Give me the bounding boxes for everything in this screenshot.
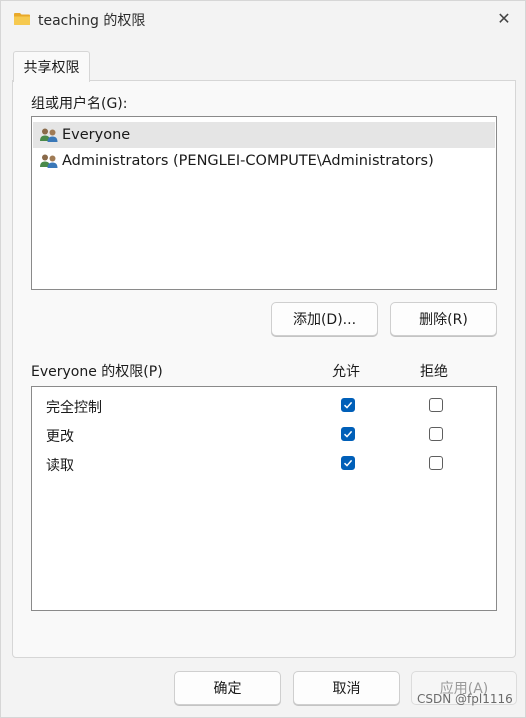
list-item[interactable]: Everyone: [33, 122, 495, 148]
permissions-label: Everyone 的权限(P): [31, 364, 163, 380]
deny-full-control-checkbox[interactable]: [429, 398, 443, 412]
close-icon[interactable]: ✕: [494, 8, 514, 28]
deny-read-checkbox[interactable]: [429, 456, 443, 470]
add-button[interactable]: 添加(D)...: [271, 302, 378, 336]
groups-label: 组或用户名(G):: [31, 96, 128, 112]
permission-name-change: 更改: [46, 429, 74, 445]
list-item-label: Everyone: [62, 127, 131, 143]
users-group-icon: [39, 153, 59, 169]
watermark: CSDN @fpl1116: [417, 692, 513, 706]
allow-column-header: 允许: [332, 364, 360, 380]
allow-change-checkbox[interactable]: [341, 427, 355, 441]
permission-name-read: 读取: [46, 458, 74, 474]
permission-name-full-control: 完全控制: [46, 400, 102, 416]
permissions-list: 完全控制 更改 读取: [31, 386, 497, 611]
remove-button[interactable]: 删除(R): [390, 302, 497, 336]
cancel-button[interactable]: 取消: [293, 671, 400, 705]
users-group-icon: [39, 127, 59, 143]
folder-icon: [13, 12, 31, 26]
allow-full-control-checkbox[interactable]: [341, 398, 355, 412]
ok-button[interactable]: 确定: [174, 671, 281, 705]
list-item-label: Administrators (PENGLEI-COMPUTE\Administ…: [62, 153, 434, 169]
list-item[interactable]: Administrators (PENGLEI-COMPUTE\Administ…: [33, 148, 495, 174]
allow-read-checkbox[interactable]: [341, 456, 355, 470]
deny-change-checkbox[interactable]: [429, 427, 443, 441]
window-title: teaching 的权限: [38, 13, 146, 29]
deny-column-header: 拒绝: [420, 364, 448, 380]
tab-share-permissions[interactable]: 共享权限: [13, 51, 90, 82]
groups-listbox[interactable]: Everyone Administrators (PENGLEI-COMPUTE…: [31, 116, 497, 290]
